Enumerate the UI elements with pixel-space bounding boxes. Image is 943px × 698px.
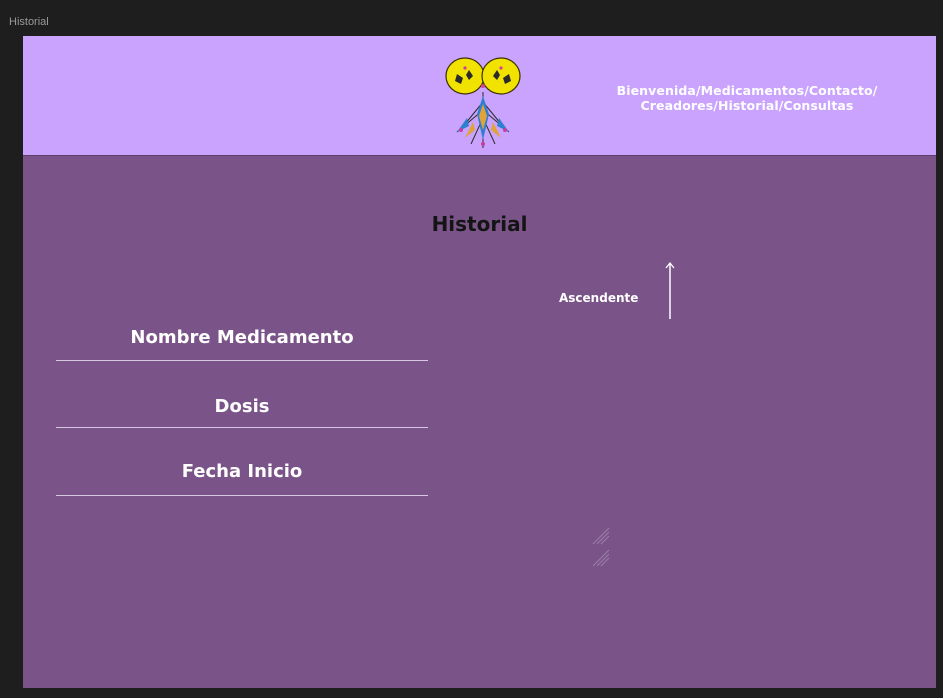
frame-label[interactable]: Historial (9, 16, 49, 28)
nav-line-secondary[interactable]: Creadores/Historial/Consultas (582, 98, 912, 113)
field-fecha-inicio[interactable]: Fecha Inicio (56, 461, 428, 496)
historial-frame: Bienvenida/Medicamentos/Contacto/ Creado… (23, 36, 936, 688)
field-dosis[interactable]: Dosis (56, 396, 428, 428)
resize-handle-icon[interactable] (589, 522, 615, 570)
logo-icon[interactable] (443, 52, 523, 150)
nav-links[interactable]: Bienvenida/Medicamentos/Contacto/ Creado… (582, 83, 912, 113)
sort-label[interactable]: Ascendente (559, 291, 638, 305)
design-canvas: Historial Bienvenida/Medicamentos/Contac… (0, 0, 943, 698)
field-nombre-medicamento[interactable]: Nombre Medicamento (56, 327, 428, 361)
field-label: Dosis (214, 396, 270, 417)
field-label: Nombre Medicamento (130, 327, 354, 348)
header-bar: Bienvenida/Medicamentos/Contacto/ Creado… (23, 36, 936, 156)
sort-toggle[interactable]: Ascendente (559, 261, 689, 323)
arrow-up-icon[interactable] (664, 261, 676, 321)
page-title: Historial (431, 212, 528, 236)
field-label: Fecha Inicio (181, 461, 303, 482)
nav-line-primary[interactable]: Bienvenida/Medicamentos/Contacto/ (582, 83, 912, 98)
